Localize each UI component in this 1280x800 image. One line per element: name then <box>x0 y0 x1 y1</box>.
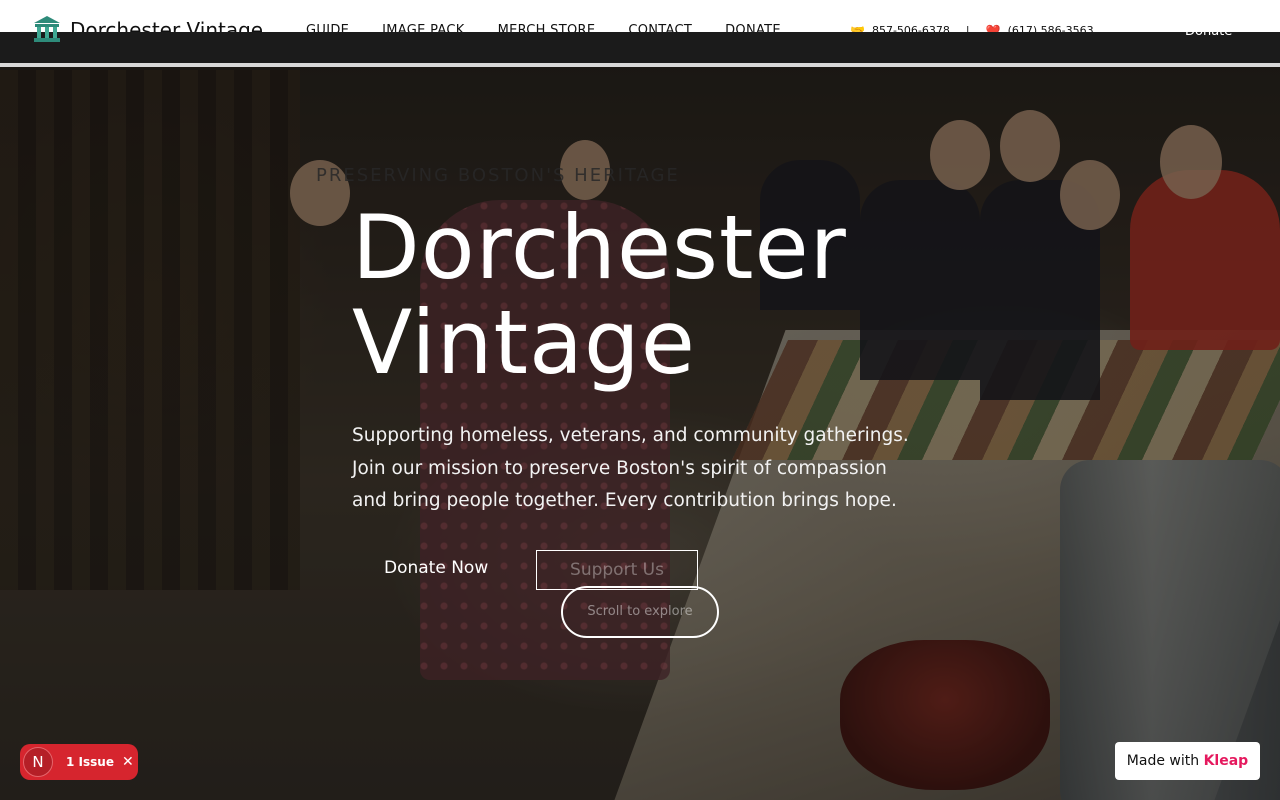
issue-count[interactable]: 1 Issue <box>66 755 114 769</box>
contact-info: 🤝 857-506-6378 | ❤️ (617) 586-3563 <box>850 23 1094 32</box>
nav-merch-store[interactable]: MERCH STORE <box>498 23 596 32</box>
next-logo-icon[interactable]: N <box>23 747 53 777</box>
nav-donate[interactable]: DONATE <box>725 23 781 32</box>
header-bottom-bar <box>0 32 1280 64</box>
phone-number-secondary[interactable]: (617) 586-3563 <box>1008 23 1094 32</box>
brand-name[interactable]: Dorchester Vintage <box>70 18 263 32</box>
hero-overlay <box>0 0 1280 800</box>
site-header: Dorchester Vintage GUIDE IMAGE PACK MERC… <box>0 0 1280 67</box>
phone-number-primary[interactable]: 857-506-6378 <box>872 23 950 32</box>
nav-contact[interactable]: CONTACT <box>628 23 692 32</box>
kleap-brand: Kleap <box>1203 753 1249 769</box>
support-us-button[interactable]: Support Us <box>536 550 698 590</box>
donate-now-button[interactable]: Donate Now <box>384 558 488 578</box>
made-with-kleap-badge[interactable]: Made with Kleap <box>1115 742 1260 780</box>
hero-title: Dorchester Vintage <box>352 200 847 390</box>
heart-icon: ❤️ <box>985 24 1001 32</box>
made-with-prefix: Made with <box>1126 753 1200 769</box>
handshake-icon: 🤝 <box>850 24 865 32</box>
close-icon[interactable]: ✕ <box>122 754 134 770</box>
header-divider <box>0 63 1280 67</box>
main-nav: GUIDE IMAGE PACK MERCH STORE CONTACT DON… <box>306 23 814 32</box>
hero-eyebrow: PRESERVING BOSTON'S HERITAGE <box>316 165 680 186</box>
nav-image-pack[interactable]: IMAGE PACK <box>382 23 464 32</box>
contact-separator: | <box>965 24 970 32</box>
museum-building-icon[interactable] <box>32 14 62 44</box>
issues-badge[interactable]: N 1 Issue ✕ <box>20 744 138 780</box>
hero-title-line1: Dorchester <box>352 196 847 299</box>
header-donate-button[interactable]: Donate <box>1185 24 1232 39</box>
nav-guide[interactable]: GUIDE <box>306 23 349 32</box>
scroll-to-explore-button[interactable]: Scroll to explore <box>561 586 719 638</box>
hero-title-line2: Vintage <box>352 291 696 394</box>
hero-subtitle: Supporting homeless, veterans, and commu… <box>352 425 909 511</box>
